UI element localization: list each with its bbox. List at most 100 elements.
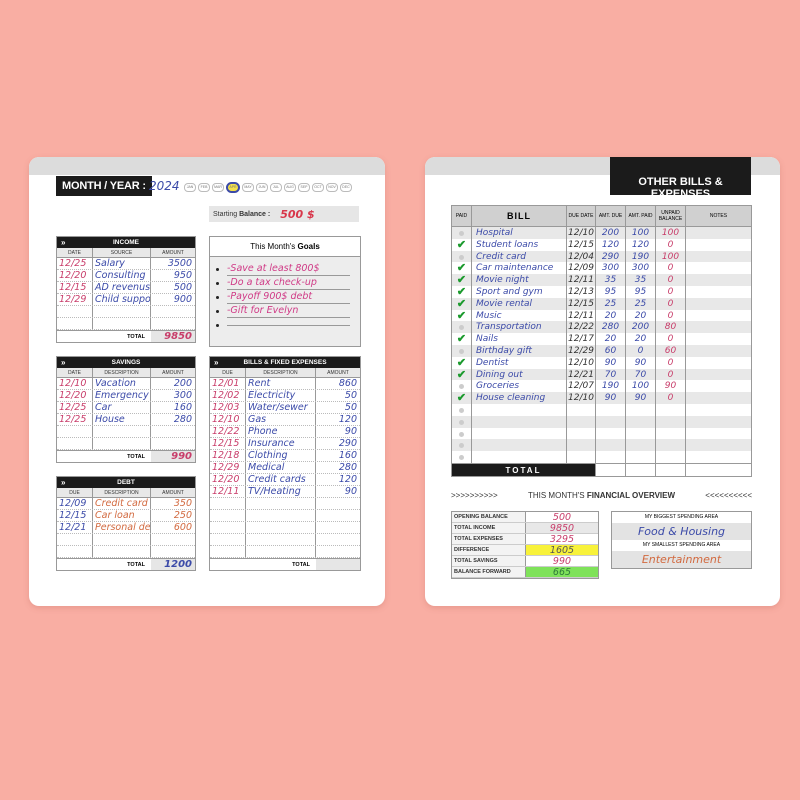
bill-amt-paid[interactable]: 300 bbox=[626, 262, 656, 275]
bill-name[interactable] bbox=[472, 415, 567, 428]
biggest-spending-value[interactable]: Food & Housing bbox=[612, 523, 751, 540]
row-date[interactable] bbox=[57, 534, 93, 545]
row-date[interactable]: 12/15 bbox=[57, 282, 93, 293]
row-description[interactable]: Electricity bbox=[246, 390, 316, 401]
row-amount[interactable] bbox=[316, 522, 360, 533]
bill-amt-due[interactable]: 70 bbox=[596, 368, 626, 381]
bill-amt-paid[interactable]: 90 bbox=[626, 392, 656, 404]
month-chip-mar[interactable]: MAR bbox=[212, 183, 224, 192]
bill-amt-due[interactable]: 20 bbox=[596, 333, 626, 345]
bill-name[interactable] bbox=[472, 451, 567, 463]
month-chip-apr[interactable]: APR bbox=[226, 182, 240, 193]
month-chip-aug[interactable]: AUG bbox=[284, 183, 296, 192]
goal-item[interactable]: -Do a tax check-up bbox=[210, 276, 360, 290]
row-description[interactable] bbox=[93, 318, 151, 329]
row-amount[interactable] bbox=[316, 510, 360, 521]
bill-amt-paid[interactable]: 95 bbox=[626, 285, 656, 298]
row-date[interactable]: 12/09 bbox=[57, 498, 93, 509]
bill-unpaid-balance[interactable]: 0 bbox=[656, 262, 686, 275]
row-amount[interactable]: 950 bbox=[151, 270, 195, 281]
bill-due-date[interactable]: 12/04 bbox=[567, 250, 596, 263]
row-description[interactable] bbox=[246, 522, 316, 533]
smallest-spending-value[interactable]: Entertainment bbox=[612, 551, 751, 568]
bill-name[interactable]: Movie rental bbox=[472, 297, 567, 310]
bill-unpaid-balance[interactable]: 60 bbox=[656, 344, 686, 357]
row-description[interactable] bbox=[93, 426, 151, 437]
month-chip-dec[interactable]: DEC bbox=[340, 183, 352, 192]
bill-unpaid-balance[interactable] bbox=[656, 403, 686, 416]
row-amount[interactable]: 860 bbox=[316, 378, 360, 389]
bill-notes[interactable] bbox=[686, 380, 751, 392]
paid-checkbox[interactable] bbox=[452, 250, 472, 263]
bill-notes[interactable] bbox=[686, 404, 751, 416]
bill-notes[interactable] bbox=[686, 369, 751, 381]
bill-unpaid-balance[interactable]: 0 bbox=[656, 297, 686, 310]
bill-due-date[interactable]: 12/09 bbox=[567, 262, 596, 275]
row-date[interactable] bbox=[210, 522, 246, 533]
bill-due-date[interactable]: 12/21 bbox=[567, 368, 596, 381]
row-amount[interactable] bbox=[151, 306, 195, 317]
paid-checkbox[interactable]: ✔ bbox=[452, 238, 472, 251]
bill-notes[interactable] bbox=[686, 239, 751, 251]
bill-due-date[interactable]: 12/13 bbox=[567, 285, 596, 298]
paid-checkbox[interactable]: ✔ bbox=[452, 285, 472, 298]
bill-amt-paid[interactable]: 20 bbox=[626, 309, 656, 322]
bill-amt-due[interactable]: 25 bbox=[596, 297, 626, 310]
row-description[interactable] bbox=[93, 534, 151, 545]
bill-name[interactable]: Hospital bbox=[472, 227, 567, 239]
bill-amt-due[interactable]: 90 bbox=[596, 356, 626, 369]
row-amount[interactable] bbox=[316, 534, 360, 545]
paid-checkbox[interactable] bbox=[452, 451, 472, 463]
row-date[interactable]: 12/15 bbox=[57, 510, 93, 521]
overview-value[interactable]: 3295 bbox=[526, 534, 598, 545]
bill-notes[interactable] bbox=[686, 310, 751, 322]
bill-amt-paid[interactable]: 100 bbox=[626, 380, 656, 393]
bill-due-date[interactable]: 12/29 bbox=[567, 344, 596, 357]
row-amount[interactable] bbox=[151, 438, 195, 449]
total-amt-due[interactable] bbox=[596, 463, 626, 476]
row-date[interactable] bbox=[210, 534, 246, 545]
bill-amt-due[interactable] bbox=[596, 427, 626, 440]
row-amount[interactable] bbox=[151, 546, 195, 557]
bill-amt-paid[interactable]: 35 bbox=[626, 274, 656, 286]
bill-name[interactable]: Movie night bbox=[472, 274, 567, 286]
row-date[interactable] bbox=[57, 306, 93, 317]
row-date[interactable]: 12/20 bbox=[57, 270, 93, 281]
month-chip-jun[interactable]: JUN bbox=[256, 183, 268, 192]
row-description[interactable]: Vacation bbox=[93, 378, 151, 389]
paid-checkbox[interactable]: ✔ bbox=[452, 356, 472, 369]
row-date[interactable] bbox=[210, 546, 246, 557]
row-description[interactable]: Clothing bbox=[246, 450, 316, 461]
bill-unpaid-balance[interactable] bbox=[656, 439, 686, 452]
bill-unpaid-balance[interactable]: 100 bbox=[656, 227, 686, 239]
row-description[interactable] bbox=[93, 306, 151, 317]
bill-due-date[interactable]: 12/07 bbox=[567, 380, 596, 393]
bill-amt-paid[interactable]: 90 bbox=[626, 356, 656, 369]
paid-checkbox[interactable]: ✔ bbox=[452, 392, 472, 404]
row-date[interactable] bbox=[57, 546, 93, 557]
row-amount[interactable]: 90 bbox=[316, 426, 360, 437]
row-date[interactable]: 12/02 bbox=[210, 390, 246, 401]
row-amount[interactable]: 160 bbox=[151, 402, 195, 413]
bill-amt-due[interactable]: 90 bbox=[596, 392, 626, 404]
row-description[interactable] bbox=[246, 546, 316, 557]
overview-value[interactable]: 9850 bbox=[526, 523, 598, 534]
bill-due-date[interactable]: 12/15 bbox=[567, 238, 596, 251]
row-amount[interactable]: 250 bbox=[151, 510, 195, 521]
bill-unpaid-balance[interactable]: 0 bbox=[656, 356, 686, 369]
row-date[interactable]: 12/10 bbox=[57, 378, 93, 389]
bill-amt-paid[interactable]: 120 bbox=[626, 238, 656, 251]
bill-unpaid-balance[interactable]: 0 bbox=[656, 238, 686, 251]
bill-notes[interactable] bbox=[686, 298, 751, 310]
bill-due-date[interactable]: 12/17 bbox=[567, 333, 596, 345]
row-amount[interactable]: 300 bbox=[151, 390, 195, 401]
bill-notes[interactable] bbox=[686, 262, 751, 274]
row-date[interactable]: 12/01 bbox=[210, 378, 246, 389]
paid-checkbox[interactable] bbox=[452, 415, 472, 428]
bill-notes[interactable] bbox=[686, 286, 751, 298]
row-date[interactable] bbox=[57, 426, 93, 437]
row-date[interactable]: 12/03 bbox=[210, 402, 246, 413]
bill-notes[interactable] bbox=[686, 428, 751, 440]
bill-notes[interactable] bbox=[686, 357, 751, 369]
bill-unpaid-balance[interactable]: 0 bbox=[656, 392, 686, 404]
